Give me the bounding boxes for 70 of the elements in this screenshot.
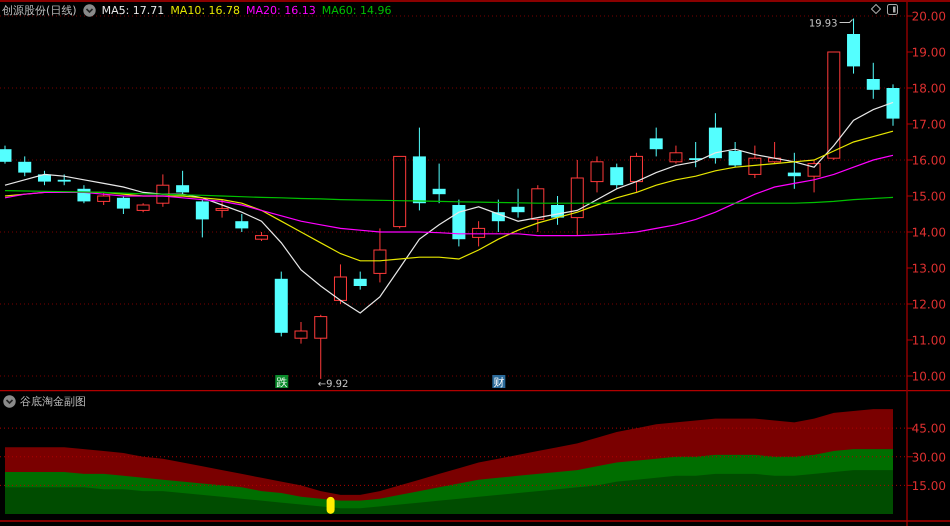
axis-label: 18.00 xyxy=(912,82,946,96)
candlestick xyxy=(512,188,525,218)
candlestick xyxy=(886,84,900,126)
candlestick xyxy=(38,170,51,186)
candlestick xyxy=(136,202,150,213)
candlestick xyxy=(630,152,643,193)
axis-label: 11.00 xyxy=(912,334,946,348)
event-marker: 财 xyxy=(492,375,506,389)
candlestick xyxy=(255,232,268,242)
legend-label: MA60: 14.96 xyxy=(322,4,392,17)
candlestick xyxy=(866,62,880,100)
candlestick xyxy=(590,156,604,193)
candlestick xyxy=(768,142,782,164)
candlestick xyxy=(373,228,386,283)
dropdown-icon[interactable] xyxy=(82,4,96,17)
candlestick xyxy=(314,314,328,380)
candlestick xyxy=(97,192,110,206)
candlestick xyxy=(728,142,742,168)
candlestick xyxy=(235,214,248,232)
candlestick xyxy=(77,184,90,204)
candlestick xyxy=(788,152,801,190)
candlestick xyxy=(432,163,446,204)
candlestick xyxy=(492,199,505,232)
axis-label: 30.00 xyxy=(912,450,946,464)
axis-label: 15.00 xyxy=(912,190,946,204)
axis-label: 13.00 xyxy=(912,262,946,276)
candlestick xyxy=(58,174,71,186)
candlestick xyxy=(452,199,466,247)
candlestick xyxy=(689,142,702,168)
candlestick xyxy=(196,199,209,238)
candlestick xyxy=(847,18,860,74)
axis-label: 12.00 xyxy=(912,298,946,312)
chart-title: 创源股份(日线) xyxy=(2,3,77,18)
indicator-title: 谷底淘金副图 xyxy=(20,394,86,409)
candlestick xyxy=(274,271,288,337)
candlestick xyxy=(156,174,170,208)
candlestick xyxy=(116,196,130,214)
candlestick xyxy=(551,196,564,226)
axis-label: 15.00 xyxy=(912,478,946,493)
diamond-icon[interactable] xyxy=(871,4,881,14)
axis-label: 10.00 xyxy=(912,370,946,384)
candlestick xyxy=(472,220,486,247)
candlestick xyxy=(176,170,190,196)
candlestick xyxy=(708,112,722,164)
candlestick xyxy=(531,184,544,232)
price-label: 19.93 xyxy=(808,18,838,30)
candlestick xyxy=(334,264,347,304)
candlestick xyxy=(650,127,663,157)
window-icon[interactable] xyxy=(887,4,898,15)
candlestick xyxy=(216,199,229,218)
candlestick xyxy=(0,145,12,164)
candlestick xyxy=(610,163,624,190)
candlestick xyxy=(354,271,367,290)
legend-label: MA10: 16.78 xyxy=(170,4,240,17)
price-label: ←9.92 xyxy=(318,378,348,390)
event-marker: 跌 xyxy=(275,375,288,389)
candlestick xyxy=(18,156,32,177)
axis-label: 14.00 xyxy=(912,226,946,240)
axis-label: 20.00 xyxy=(912,10,946,24)
candlestick xyxy=(808,160,821,193)
dropdown-icon[interactable] xyxy=(3,395,16,408)
axis-label: 16.00 xyxy=(912,154,946,168)
candlestick xyxy=(294,322,308,344)
legend-label: MA5: 17.71 xyxy=(102,4,164,17)
axis-label: 45.00 xyxy=(912,422,946,436)
legend-label: MA20: 16.13 xyxy=(246,4,316,17)
axis-label: 17.00 xyxy=(912,118,946,132)
candlestick xyxy=(669,145,682,164)
candlestick xyxy=(748,145,762,178)
axis-label: 19.00 xyxy=(912,46,946,60)
